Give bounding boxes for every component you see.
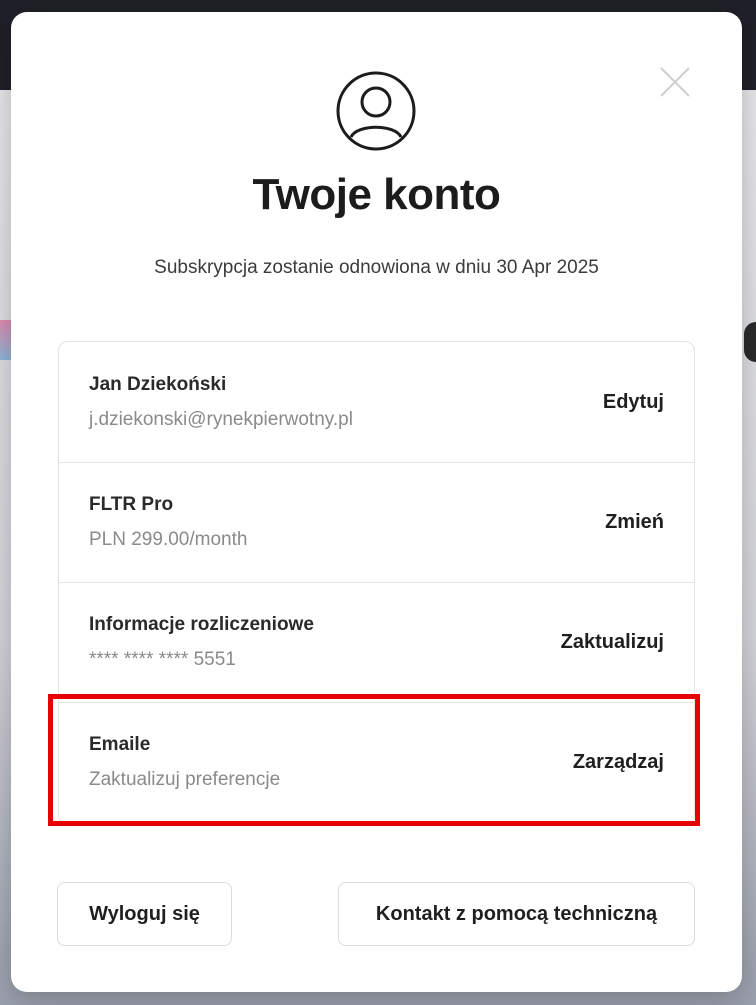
account-details-card: Jan Dziekoński j.dziekonski@rynekpierwot…	[58, 341, 695, 825]
billing-title: Informacje rozliczeniowe	[89, 614, 314, 635]
plan-price: PLN 299.00/month	[89, 529, 248, 550]
account-modal: Twoje konto Subskrypcja zostanie odnowio…	[11, 12, 742, 992]
plan-name: FLTR Pro	[89, 494, 174, 515]
account-row-billing: Informacje rozliczeniowe **** **** **** …	[59, 582, 694, 703]
account-row-plan: FLTR Pro PLN 299.00/month Zmień	[59, 462, 694, 583]
logout-button[interactable]: Wyloguj się	[57, 882, 232, 946]
manage-emails-button[interactable]: Zarządzaj	[573, 751, 664, 774]
emails-preferences: Zaktualizuj preferencje	[89, 769, 281, 790]
account-row-emails: Emaile Zaktualizuj preferencje Zarządzaj	[59, 702, 694, 822]
update-billing-button[interactable]: Zaktualizuj	[561, 631, 664, 654]
edit-profile-button[interactable]: Edytuj	[603, 391, 664, 414]
change-plan-button[interactable]: Zmień	[605, 511, 664, 534]
profile-email: j.dziekonski@rynekpierwotny.pl	[89, 409, 353, 430]
billing-card-number: **** **** **** 5551	[89, 649, 236, 670]
contact-support-button[interactable]: Kontakt z pomocą techniczną	[338, 882, 695, 946]
modal-title: Twoje konto	[252, 170, 501, 219]
close-button[interactable]	[657, 64, 693, 100]
background-accent-right	[744, 322, 756, 362]
emails-title: Emaile	[89, 734, 151, 755]
account-row-profile: Jan Dziekoński j.dziekonski@rynekpierwot…	[59, 342, 694, 463]
profile-name: Jan Dziekoński	[89, 374, 227, 395]
renewal-info: Subskrypcja zostanie odnowiona w dniu 30…	[154, 257, 599, 278]
close-icon[interactable]	[657, 64, 693, 100]
user-circle-icon	[336, 71, 416, 151]
